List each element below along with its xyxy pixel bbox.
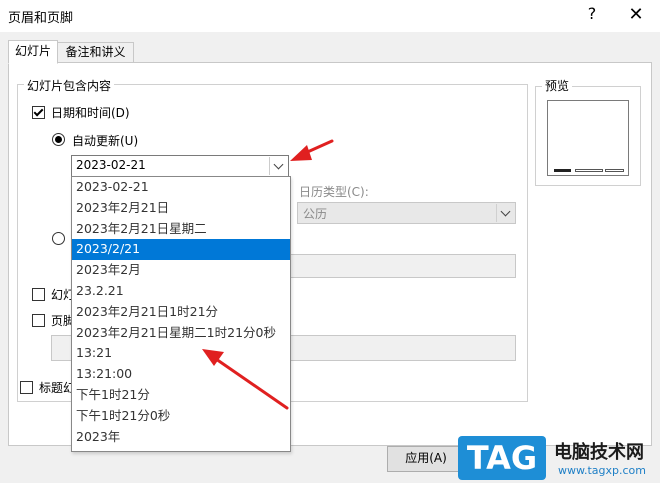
date-format-option-selected[interactable]: 2023/2/21 xyxy=(72,239,290,261)
date-format-option[interactable]: 下午1时21分 xyxy=(72,385,290,406)
preview-date-placeholder xyxy=(554,169,571,172)
slide-number-checkbox[interactable] xyxy=(32,288,45,301)
fixed-date-radio[interactable] xyxy=(52,232,65,245)
date-format-option[interactable]: 13:21 xyxy=(72,343,290,364)
date-format-option[interactable]: 2023年2月21日星期二1时21分0秒 xyxy=(72,323,290,344)
apply-button[interactable]: 应用(A) xyxy=(387,446,465,472)
date-format-option[interactable]: 13:21:00 xyxy=(72,364,290,385)
date-format-option[interactable]: 下午1时21分0秒 xyxy=(72,406,290,427)
date-format-value: 2023-02-21 xyxy=(76,158,146,172)
auto-update-radio[interactable] xyxy=(52,133,65,146)
date-format-option[interactable]: 2023年2月21日 xyxy=(72,198,290,219)
tab-notes-handouts[interactable]: 备注和讲义 xyxy=(57,42,134,64)
calendar-type-combo[interactable]: 公历 xyxy=(297,202,516,224)
dialog-title: 页眉和页脚 xyxy=(8,11,74,26)
group-legend: 幻灯片包含内容 xyxy=(24,77,115,94)
date-format-option[interactable]: 23.2.21 xyxy=(72,281,290,302)
chevron-down-icon[interactable] xyxy=(269,157,288,175)
title-bar xyxy=(0,0,660,32)
help-button[interactable]: ? xyxy=(584,4,600,23)
date-time-label: 日期和时间(D) xyxy=(51,106,130,120)
date-time-checkbox[interactable] xyxy=(32,106,45,119)
dont-show-on-title-checkbox[interactable] xyxy=(20,381,33,394)
preview-number-placeholder xyxy=(605,169,624,172)
preview-label: 预览 xyxy=(542,77,573,94)
dont-show-on-title-label: 标题幻 xyxy=(39,381,76,395)
date-format-dropdown: 2023-02-21 2023年2月21日 2023年2月21日星期二 2023… xyxy=(71,176,291,452)
date-format-option[interactable]: 2023年2月 xyxy=(72,260,290,281)
tab-slides[interactable]: 幻灯片 xyxy=(8,40,58,64)
watermark-url: www.tagxp.com xyxy=(558,464,646,477)
preview-thumbnail xyxy=(547,100,629,176)
preview-footer-placeholder xyxy=(575,169,603,172)
date-format-option[interactable]: 2023年2月21日1时21分 xyxy=(72,302,290,323)
footer-checkbox[interactable] xyxy=(32,314,45,327)
date-format-option[interactable]: 2023年2月21日星期二 xyxy=(72,219,290,240)
close-button[interactable]: ✕ xyxy=(626,4,646,25)
date-format-combo[interactable]: 2023-02-21 xyxy=(71,155,289,177)
watermark-logo: TAG xyxy=(458,436,546,480)
watermark: TAG 电脑技术网 www.tagxp.com xyxy=(458,436,660,483)
chevron-down-icon[interactable] xyxy=(496,204,515,222)
watermark-text: 电脑技术网 xyxy=(554,442,644,463)
date-format-option[interactable]: 2023年 xyxy=(72,427,290,448)
auto-update-label: 自动更新(U) xyxy=(72,134,139,148)
date-format-option[interactable]: 2023-02-21 xyxy=(72,177,290,198)
calendar-type-label: 日历类型(C): xyxy=(299,185,369,199)
calendar-type-value: 公历 xyxy=(303,207,328,221)
